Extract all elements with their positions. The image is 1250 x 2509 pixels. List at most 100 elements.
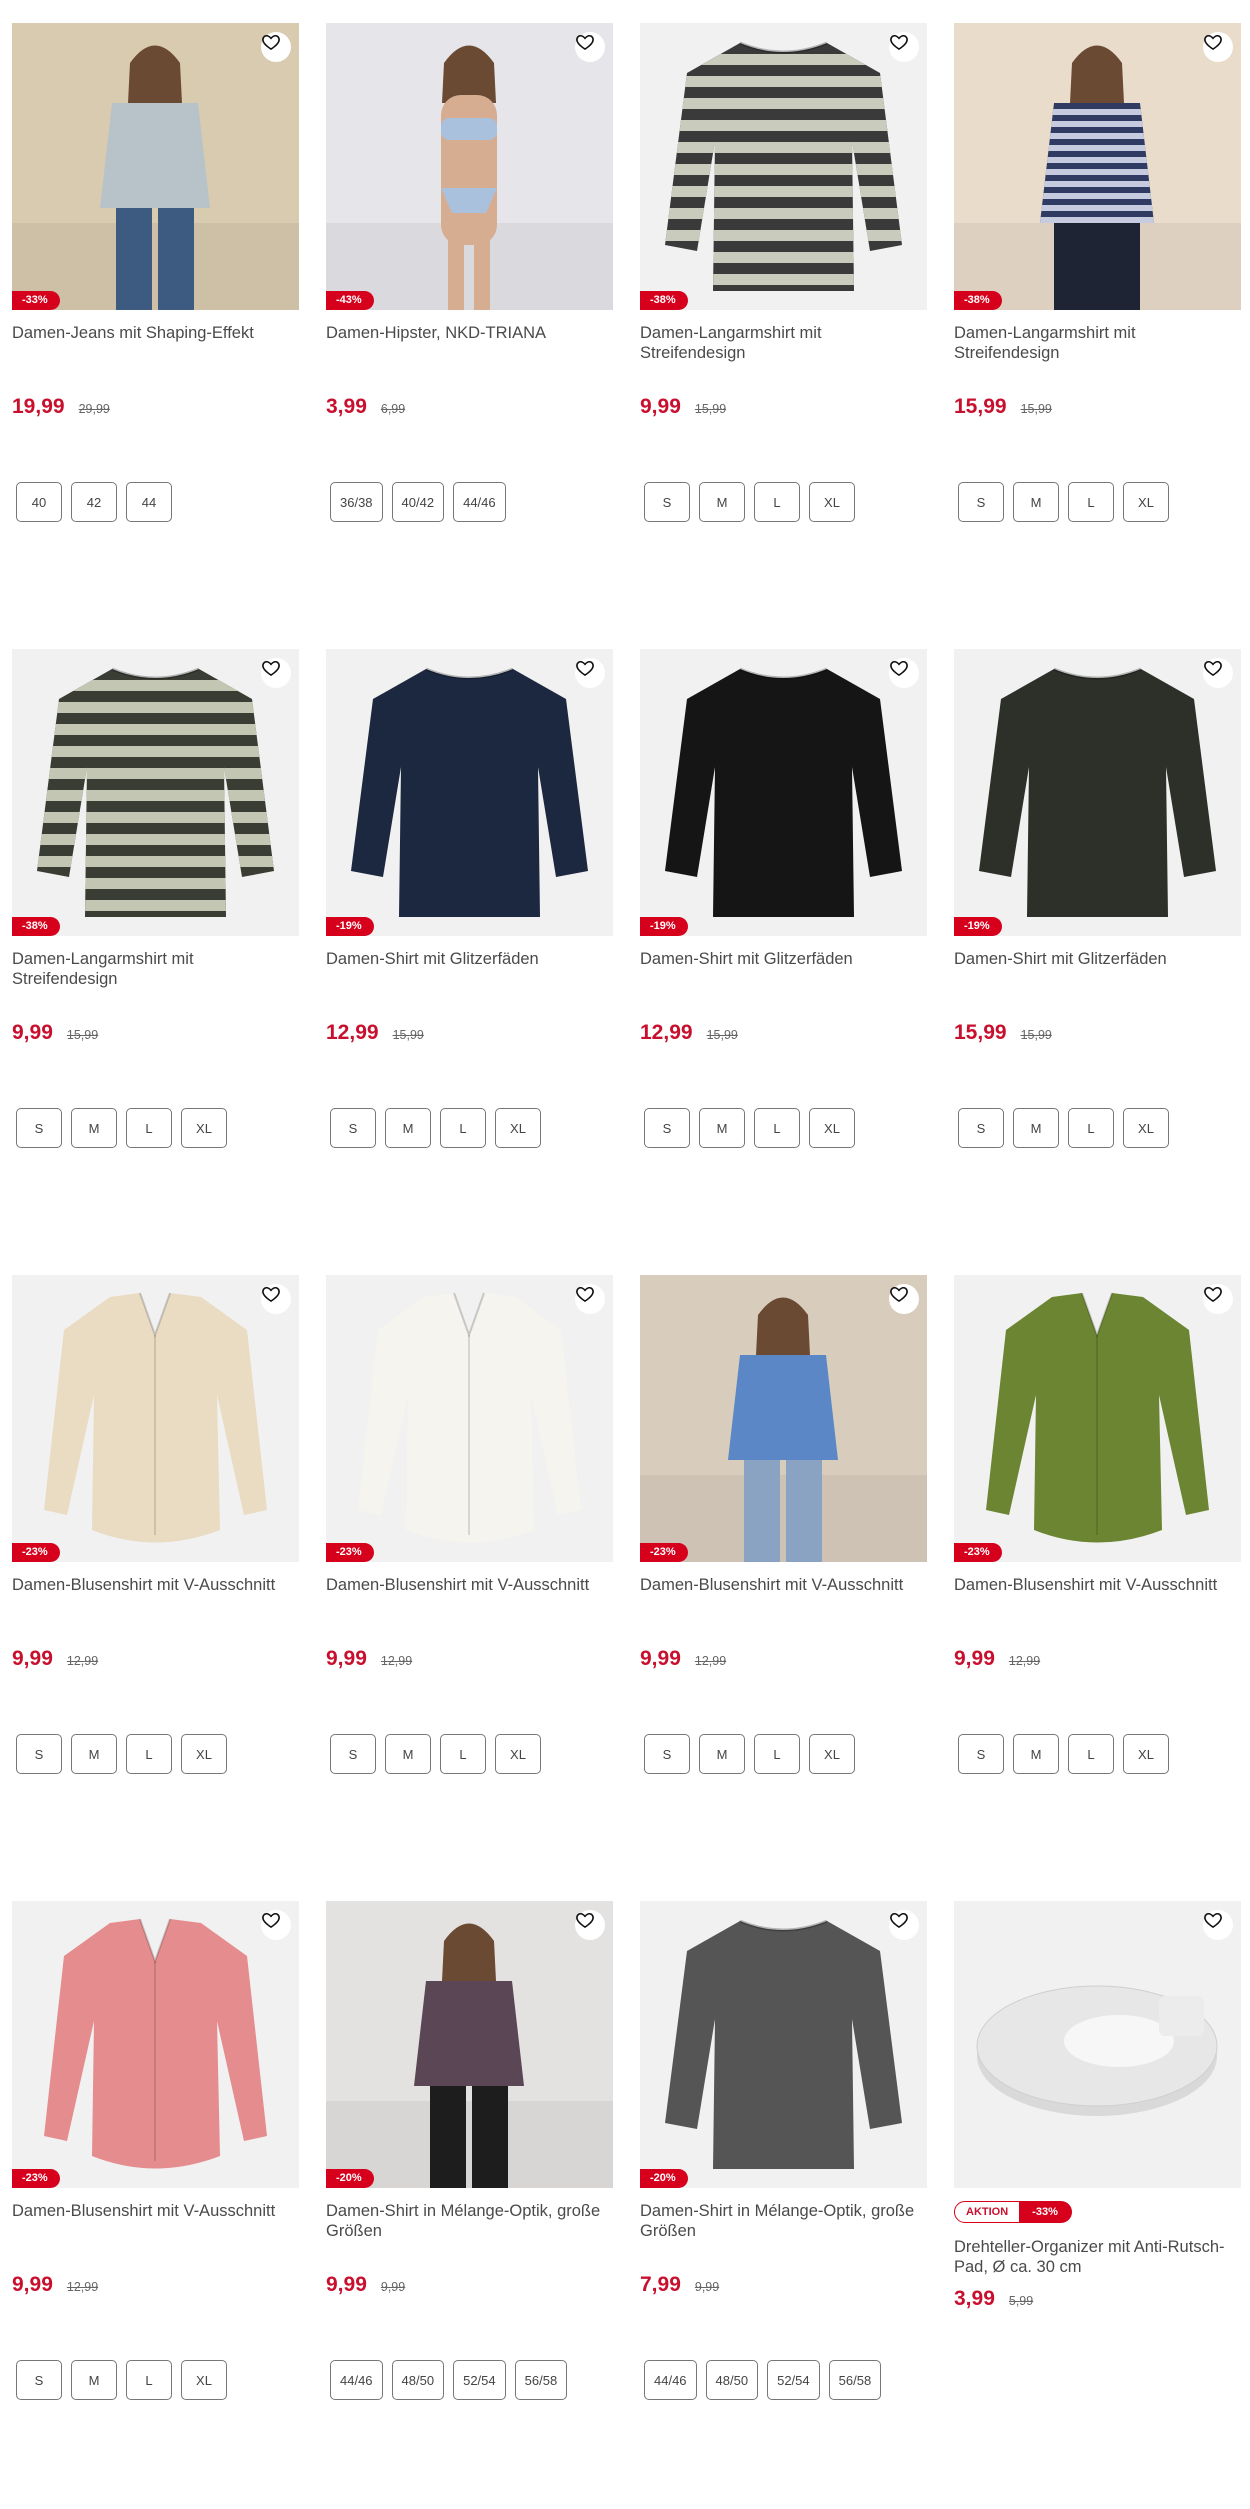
product-title[interactable]: Damen-Blusenshirt mit V-Ausschnitt bbox=[640, 1575, 927, 1615]
size-button[interactable]: M bbox=[1013, 1734, 1059, 1774]
product-title[interactable]: Damen-Shirt mit Glitzerfäden bbox=[954, 949, 1241, 989]
size-button[interactable]: S bbox=[16, 2360, 62, 2400]
size-button[interactable]: 44/46 bbox=[644, 2360, 697, 2400]
product-title[interactable]: Damen-Blusenshirt mit V-Ausschnitt bbox=[326, 1575, 613, 1615]
product-card[interactable]: -20% Damen-Shirt in Mélange-Optik, große … bbox=[640, 1901, 927, 2509]
size-button[interactable]: S bbox=[330, 1108, 376, 1148]
product-card[interactable]: -19% Damen-Shirt mit Glitzerfäden 12,99 15,… bbox=[640, 649, 927, 1275]
product-card[interactable]: -43% Damen-Hipster, NKD-TRIANA 3,99 6,99 36/… bbox=[326, 23, 613, 649]
size-button[interactable]: S bbox=[958, 1734, 1004, 1774]
heart-icon[interactable] bbox=[261, 1910, 291, 1940]
size-button[interactable]: L bbox=[440, 1108, 486, 1148]
size-button[interactable]: 36/38 bbox=[330, 482, 383, 522]
product-image[interactable]: -23% bbox=[12, 1275, 299, 1562]
size-button[interactable]: S bbox=[330, 1734, 376, 1774]
size-button[interactable]: S bbox=[16, 1108, 62, 1148]
product-card[interactable]: -38% Damen-Langarmshirt mit Streifendesig… bbox=[640, 23, 927, 649]
heart-icon[interactable] bbox=[261, 32, 291, 62]
size-button[interactable]: XL bbox=[809, 1108, 855, 1148]
product-card[interactable]: -23% Damen-Blusenshirt mit V-Ausschnitt 9,… bbox=[12, 1275, 299, 1901]
product-image[interactable]: -23% bbox=[326, 1275, 613, 1562]
product-title[interactable]: Damen-Blusenshirt mit V-Ausschnitt bbox=[954, 1575, 1241, 1615]
size-button[interactable]: L bbox=[126, 2360, 172, 2400]
product-title[interactable]: Damen-Shirt mit Glitzerfäden bbox=[326, 949, 613, 989]
heart-icon[interactable] bbox=[889, 658, 919, 688]
product-title[interactable]: Damen-Blusenshirt mit V-Ausschnitt bbox=[12, 2201, 299, 2241]
size-button[interactable]: 44 bbox=[126, 482, 172, 522]
product-card[interactable]: -19% Damen-Shirt mit Glitzerfäden 12,99 15,… bbox=[326, 649, 613, 1275]
heart-icon[interactable] bbox=[261, 658, 291, 688]
product-card[interactable]: -23% Damen-Blusenshirt mit V-Ausschnitt 9,… bbox=[640, 1275, 927, 1901]
size-button[interactable]: M bbox=[699, 482, 745, 522]
size-button[interactable]: 44/46 bbox=[330, 2360, 383, 2400]
size-button[interactable]: M bbox=[71, 1108, 117, 1148]
product-title[interactable]: Damen-Shirt in Mélange-Optik, große Größ… bbox=[326, 2201, 613, 2241]
product-title[interactable]: Damen-Shirt in Mélange-Optik, große Größ… bbox=[640, 2201, 927, 2241]
size-button[interactable]: S bbox=[644, 482, 690, 522]
heart-icon[interactable] bbox=[575, 658, 605, 688]
size-button[interactable]: 56/58 bbox=[828, 2360, 882, 2400]
product-card[interactable]: -23% Damen-Blusenshirt mit V-Ausschnitt 9,… bbox=[954, 1275, 1241, 1901]
size-button[interactable]: M bbox=[699, 1108, 745, 1148]
size-button[interactable]: L bbox=[126, 1108, 172, 1148]
size-button[interactable]: XL bbox=[1123, 1734, 1169, 1774]
product-title[interactable]: Drehteller-Organizer mit Anti-Rutsch-Pad… bbox=[954, 2237, 1241, 2277]
size-button[interactable]: M bbox=[71, 1734, 117, 1774]
product-title[interactable]: Damen-Langarmshirt mit Streifendesign bbox=[12, 949, 299, 989]
product-title[interactable]: Damen-Shirt mit Glitzerfäden bbox=[640, 949, 927, 989]
size-button[interactable]: M bbox=[385, 1734, 431, 1774]
heart-icon[interactable] bbox=[1203, 1284, 1233, 1314]
product-title[interactable]: Damen-Jeans mit Shaping-Effekt bbox=[12, 323, 299, 363]
product-card[interactable]: -38% Damen-Langarmshirt mit Streifendesig… bbox=[954, 23, 1241, 649]
product-image[interactable]: -19% bbox=[954, 649, 1241, 936]
product-image[interactable]: -38% bbox=[954, 23, 1241, 310]
size-button[interactable]: S bbox=[644, 1108, 690, 1148]
product-image[interactable]: -20% bbox=[326, 1901, 613, 2188]
product-image[interactable]: -20% bbox=[640, 1901, 927, 2188]
size-button[interactable]: M bbox=[699, 1734, 745, 1774]
size-button[interactable]: M bbox=[1013, 482, 1059, 522]
product-title[interactable]: Damen-Langarmshirt mit Streifendesign bbox=[640, 323, 927, 363]
size-button[interactable]: S bbox=[16, 1734, 62, 1774]
size-button[interactable]: XL bbox=[809, 1734, 855, 1774]
size-button[interactable]: 40/42 bbox=[391, 482, 445, 522]
product-card[interactable]: AKTION -33% Drehteller-Organizer mit Anti-… bbox=[954, 1901, 1241, 2509]
size-button[interactable]: M bbox=[385, 1108, 431, 1148]
size-button[interactable]: XL bbox=[495, 1108, 541, 1148]
size-button[interactable]: XL bbox=[809, 482, 855, 522]
size-button[interactable]: XL bbox=[495, 1734, 541, 1774]
size-button[interactable]: XL bbox=[1123, 1108, 1169, 1148]
product-image[interactable]: -23% bbox=[954, 1275, 1241, 1562]
size-button[interactable]: XL bbox=[181, 2360, 227, 2400]
size-button[interactable]: L bbox=[1068, 1108, 1114, 1148]
size-button[interactable]: XL bbox=[181, 1108, 227, 1148]
product-image[interactable]: -23% bbox=[12, 1901, 299, 2188]
heart-icon[interactable] bbox=[1203, 1910, 1233, 1940]
heart-icon[interactable] bbox=[1203, 32, 1233, 62]
product-card[interactable]: -20% Damen-Shirt in Mélange-Optik, große … bbox=[326, 1901, 613, 2509]
product-card[interactable]: -23% Damen-Blusenshirt mit V-Ausschnitt 9,… bbox=[326, 1275, 613, 1901]
heart-icon[interactable] bbox=[889, 1284, 919, 1314]
product-card[interactable]: -38% Damen-Langarmshirt mit Streifendesig… bbox=[12, 649, 299, 1275]
size-button[interactable]: L bbox=[754, 1734, 800, 1774]
size-button[interactable]: L bbox=[126, 1734, 172, 1774]
size-button[interactable]: L bbox=[754, 482, 800, 522]
size-button[interactable]: 56/58 bbox=[514, 2360, 568, 2400]
heart-icon[interactable] bbox=[1203, 658, 1233, 688]
heart-icon[interactable] bbox=[575, 1284, 605, 1314]
size-button[interactable]: L bbox=[440, 1734, 486, 1774]
product-title[interactable]: Damen-Blusenshirt mit V-Ausschnitt bbox=[12, 1575, 299, 1615]
product-card[interactable]: -19% Damen-Shirt mit Glitzerfäden 15,99 15,… bbox=[954, 649, 1241, 1275]
size-button[interactable]: 40 bbox=[16, 482, 62, 522]
size-button[interactable]: XL bbox=[1123, 482, 1169, 522]
size-button[interactable]: 44/46 bbox=[453, 482, 506, 522]
product-image[interactable]: -23% bbox=[640, 1275, 927, 1562]
product-image[interactable]: -19% bbox=[326, 649, 613, 936]
heart-icon[interactable] bbox=[889, 1910, 919, 1940]
product-card[interactable]: -33% Damen-Jeans mit Shaping-Effekt 19,99 2… bbox=[12, 23, 299, 649]
product-title[interactable]: Damen-Langarmshirt mit Streifendesign bbox=[954, 323, 1241, 363]
heart-icon[interactable] bbox=[261, 1284, 291, 1314]
size-button[interactable]: 42 bbox=[71, 482, 117, 522]
size-button[interactable]: S bbox=[644, 1734, 690, 1774]
size-button[interactable]: M bbox=[71, 2360, 117, 2400]
